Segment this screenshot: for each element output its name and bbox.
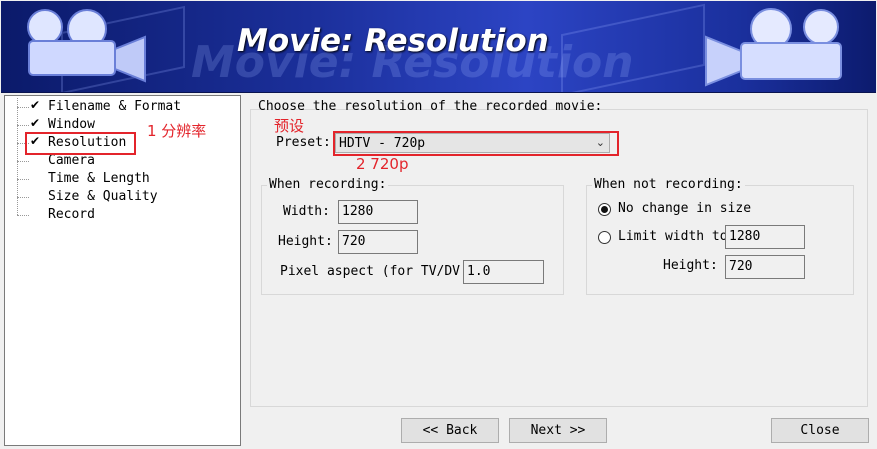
tree-item-label: Filename & Format — [48, 99, 182, 114]
tree-branch-line — [17, 125, 29, 126]
annotation-preset: 预设 — [274, 117, 305, 135]
tree-item-size-quality[interactable]: Size & Quality — [5, 179, 235, 206]
no-change-label: No change in size — [618, 201, 752, 216]
when-not-recording-title: When not recording: — [592, 177, 745, 192]
tree-branch-line — [17, 161, 29, 162]
limit-width-label: Limit width to — [618, 229, 725, 244]
tree-connector-line — [17, 197, 18, 215]
tree-branch-line — [17, 179, 29, 180]
pixel-aspect-label: Pixel aspect (for TV/DV — [280, 264, 461, 279]
next-button[interactable]: Next >> — [509, 418, 607, 443]
movie-camera-icon — [705, 8, 842, 87]
limit-width-field[interactable]: 1280 — [725, 225, 805, 249]
no-change-radio[interactable] — [598, 203, 611, 216]
pixel-aspect-field[interactable]: 1.0 — [463, 260, 544, 284]
tree-connector-line — [17, 107, 18, 125]
limit-height-field[interactable]: 720 — [725, 255, 805, 279]
tree-item-time-length[interactable]: Time & Length — [5, 161, 235, 188]
limit-width-radio[interactable] — [598, 231, 611, 244]
back-button[interactable]: << Back — [401, 418, 499, 443]
tree-connector-line — [17, 143, 18, 161]
tree-branch-line — [17, 197, 29, 198]
tree-connector-line — [17, 161, 18, 179]
close-button[interactable]: Close — [771, 418, 869, 443]
annotation-step2: 2 720p — [356, 155, 409, 173]
height-label: Height: — [278, 234, 333, 249]
movie-camera-icon — [27, 9, 146, 83]
limit-height-label: Height: — [663, 258, 718, 273]
annotation-step1: 1 分辨率 — [147, 122, 207, 140]
when-recording-title: When recording: — [267, 177, 389, 192]
tree-item-filename-format[interactable]: ✔ Filename & Format — [5, 98, 235, 116]
checkmark-icon: ✔ — [30, 116, 41, 130]
annotation-box-preset — [333, 131, 619, 156]
tree-item-label: Time & Length — [48, 171, 150, 186]
tree-connector-line — [17, 98, 18, 107]
tree-item-label: Camera — [48, 153, 95, 168]
preset-label: Preset: — [276, 135, 331, 150]
header-banner: Movie: Resolution Movie: Resolution — [1, 1, 876, 93]
tree-item-label: Record — [48, 207, 95, 222]
tree-connector-line — [17, 125, 18, 143]
width-label: Width: — [283, 204, 330, 219]
width-field[interactable]: 1280 — [338, 200, 418, 224]
tree-connector-line — [17, 179, 18, 197]
resolution-prompt: Choose the resolution of the recorded mo… — [258, 99, 603, 114]
tree-branch-line — [17, 215, 29, 216]
tree-item-record[interactable]: Record — [5, 197, 235, 224]
tree-branch-line — [17, 107, 29, 108]
height-field[interactable]: 720 — [338, 230, 418, 254]
annotation-box-resolution — [25, 132, 136, 155]
tree-item-label: Window — [48, 117, 95, 132]
tree-item-label: Size & Quality — [48, 189, 158, 204]
checkmark-icon: ✔ — [30, 98, 41, 112]
page-title: Movie: Resolution — [237, 23, 549, 59]
